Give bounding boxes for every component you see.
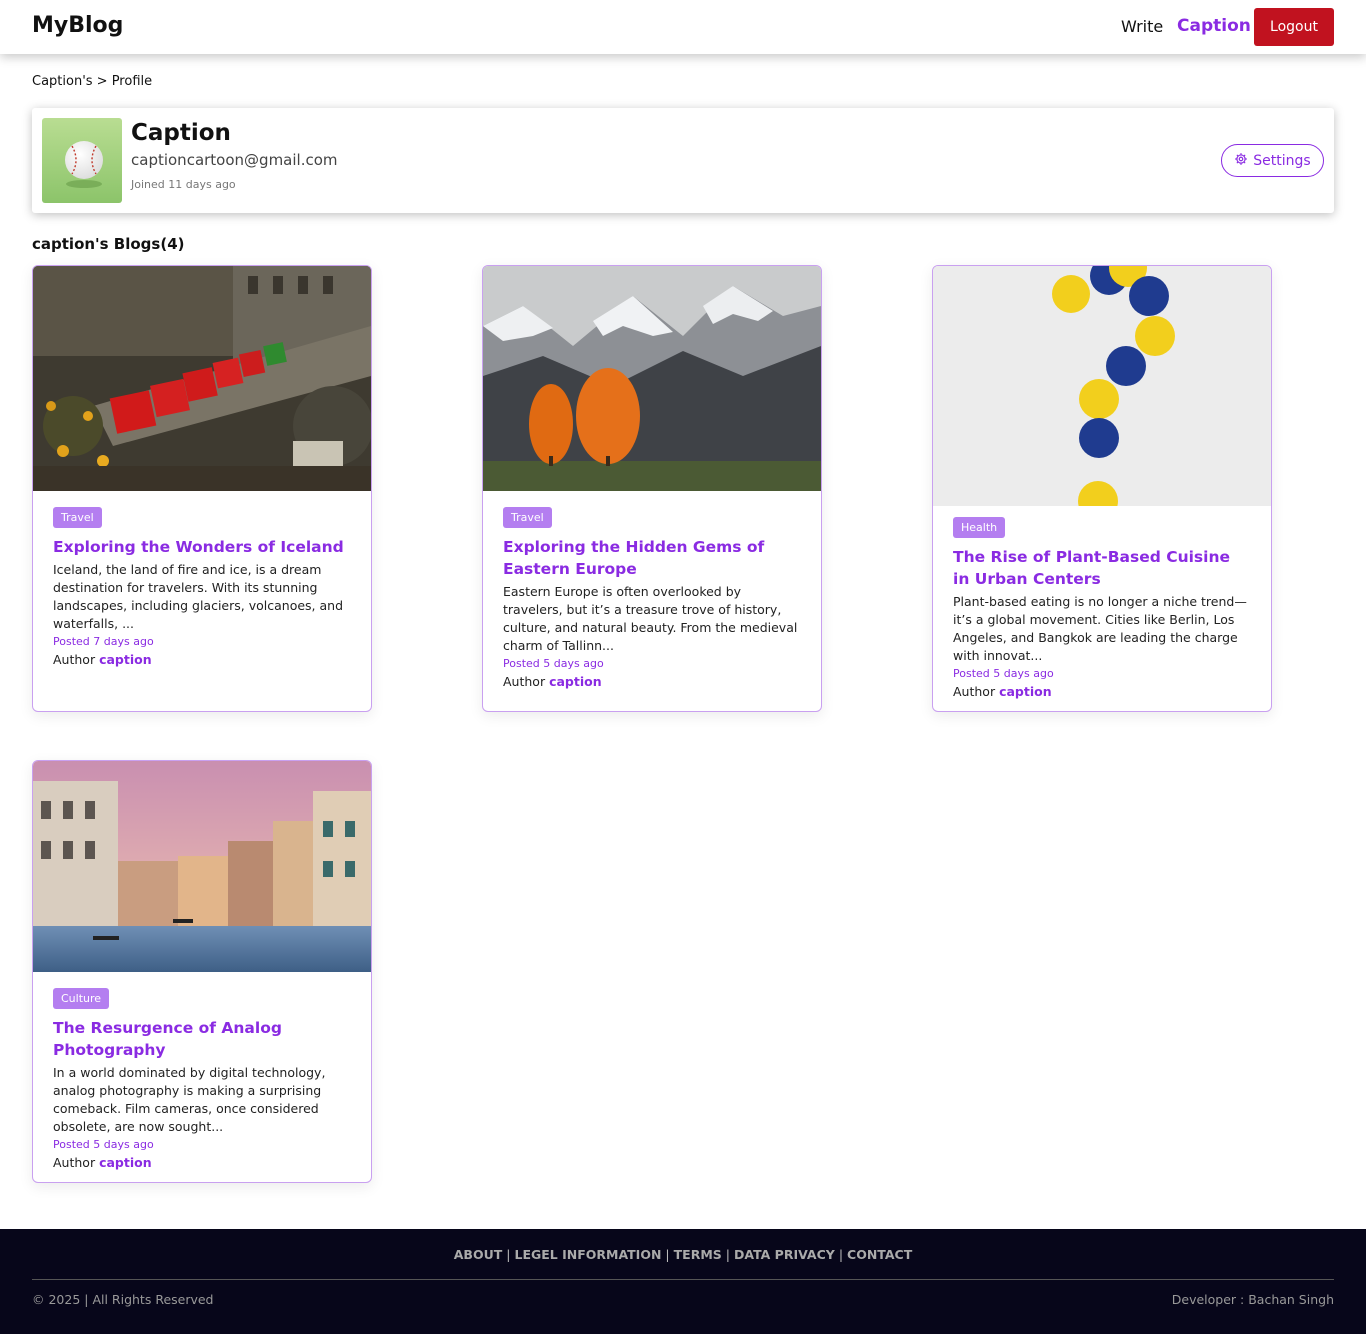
brand-logo[interactable]: MyBlog <box>32 13 123 38</box>
settings-button[interactable]: Settings <box>1221 144 1324 177</box>
blog-author: Author caption <box>953 684 1251 699</box>
author-label: Author <box>503 674 546 689</box>
nav-write-link[interactable]: Write <box>1121 17 1163 36</box>
footer-link-terms[interactable]: TERMS <box>674 1247 722 1262</box>
author-link[interactable]: caption <box>99 1155 152 1170</box>
settings-label: Settings <box>1253 152 1311 169</box>
footer-developer: Developer : Bachan Singh <box>1171 1292 1334 1307</box>
blog-excerpt: In a world dominated by digital technolo… <box>53 1065 326 1134</box>
mountain-autumn-image <box>483 266 821 491</box>
nav-profile-link[interactable]: Caption <box>1177 16 1251 36</box>
footer-links: ABOUT | LEGEL INFORMATION | TERMS | DATA PRIVA… <box>0 1247 1366 1262</box>
question-mark-pills-image <box>933 266 1271 506</box>
blog-excerpt: Iceland, the land of fire and ice, is a … <box>53 562 344 631</box>
venice-canal-image <box>33 761 371 972</box>
footer-separator: | <box>838 1247 844 1262</box>
footer-copyright: © 2025 | All Rights Reserved <box>32 1292 214 1307</box>
footer: ABOUT | LEGEL INFORMATION | TERMS | DATA PRIVA… <box>0 1229 1366 1334</box>
author-link[interactable]: caption <box>999 684 1052 699</box>
footer-link-about[interactable]: ABOUT <box>454 1247 503 1262</box>
footer-separator: | <box>725 1247 730 1262</box>
category-tag[interactable]: Travel <box>53 507 102 528</box>
category-tag[interactable]: Culture <box>53 988 110 1009</box>
profile-card: Caption captioncartoon@gmail.com Joined … <box>32 108 1334 213</box>
footer-link-legal[interactable]: LEGEL INFORMATION <box>514 1247 661 1262</box>
blog-title[interactable]: Exploring the Hidden Gems of Eastern Eur… <box>503 536 801 580</box>
blog-posted-date: Posted 7 days ago <box>53 635 154 648</box>
blog-card[interactable]: Culture The Resurgence of Analog Photogr… <box>32 760 372 1183</box>
author-label: Author <box>953 684 996 699</box>
footer-separator: | <box>506 1247 511 1262</box>
blog-excerpt: Plant-based eating is no longer a niche … <box>953 594 1247 663</box>
profile-joined-date: Joined 11 days ago <box>131 178 236 191</box>
blog-title[interactable]: The Rise of Plant-Based Cuisine in Urban… <box>953 546 1251 590</box>
blog-posted-date: Posted 5 days ago <box>953 667 1054 680</box>
blog-author: Author caption <box>53 652 351 667</box>
avatar <box>42 118 122 203</box>
blog-card[interactable]: Travel Exploring the Hidden Gems of East… <box>482 265 822 712</box>
author-link[interactable]: caption <box>99 652 152 667</box>
blog-title[interactable]: The Resurgence of Analog Photography <box>53 1017 351 1061</box>
author-label: Author <box>53 1155 96 1170</box>
gear-icon <box>1234 152 1248 170</box>
logout-button[interactable]: Logout <box>1254 8 1334 46</box>
city-buses-image <box>33 266 371 491</box>
footer-separator: | <box>665 1247 670 1262</box>
blog-author: Author caption <box>503 674 801 689</box>
blog-title[interactable]: Exploring the Wonders of Iceland <box>53 536 351 558</box>
footer-link-contact[interactable]: CONTACT <box>847 1247 912 1262</box>
baseball-avatar-image <box>42 118 122 203</box>
footer-link-privacy[interactable]: DATA PRIVACY <box>734 1247 835 1262</box>
blog-posted-date: Posted 5 days ago <box>53 1138 154 1151</box>
footer-divider <box>32 1279 1334 1280</box>
blog-posted-date: Posted 5 days ago <box>503 657 604 670</box>
category-tag[interactable]: Travel <box>503 507 552 528</box>
author-link[interactable]: caption <box>549 674 602 689</box>
author-label: Author <box>53 652 96 667</box>
blogs-heading: caption's Blogs(4) <box>32 235 185 253</box>
profile-email: captioncartoon@gmail.com <box>131 151 338 169</box>
breadcrumb: Caption's > Profile <box>32 74 153 89</box>
blog-card[interactable]: Health The Rise of Plant-Based Cuisine i… <box>932 265 1272 712</box>
blog-card[interactable]: Travel Exploring the Wonders of Iceland … <box>32 265 372 712</box>
category-tag[interactable]: Health <box>953 517 1006 538</box>
profile-name: Caption <box>131 120 231 146</box>
blog-excerpt: Eastern Europe is often overlooked by tr… <box>503 584 798 653</box>
navbar: MyBlog Write Caption Logout <box>0 0 1366 54</box>
blog-author: Author caption <box>53 1155 351 1170</box>
